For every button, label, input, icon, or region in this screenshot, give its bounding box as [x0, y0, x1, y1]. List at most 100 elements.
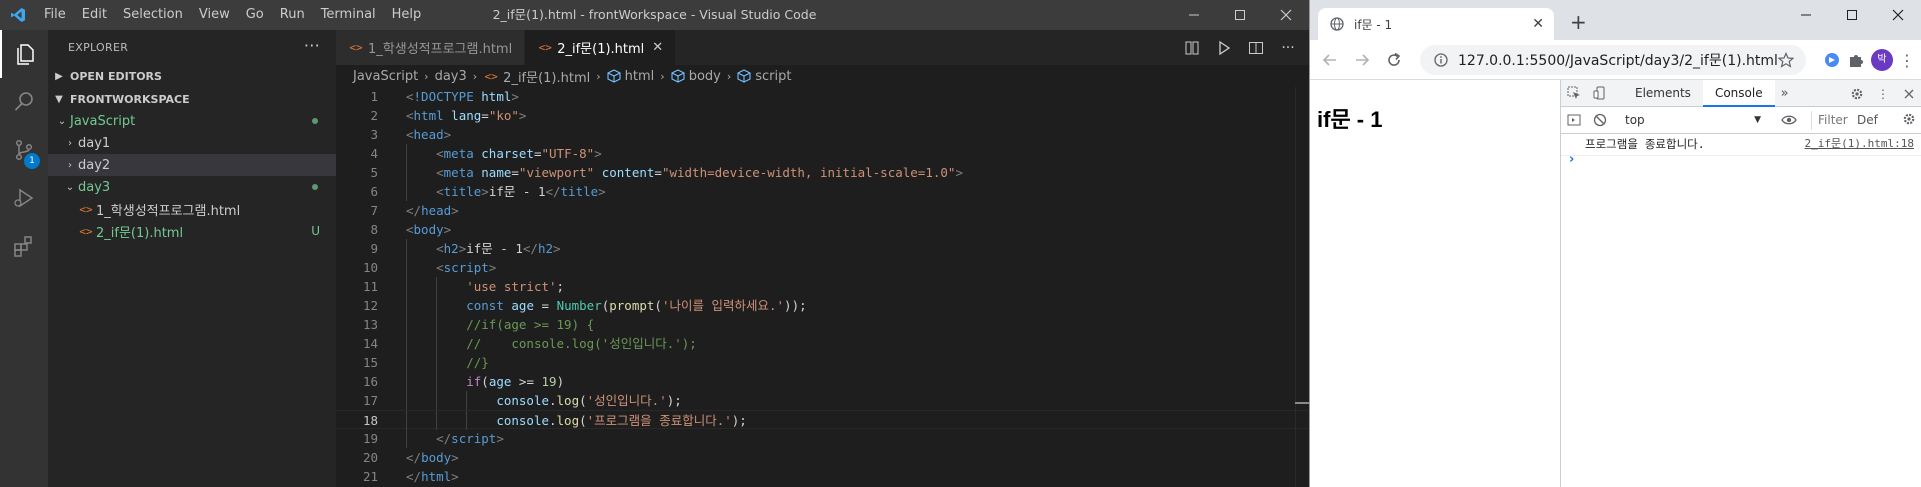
breadcrumb-file[interactable]: <> 2_if문(1).html — [483, 67, 591, 86]
folder-label: day1 — [78, 135, 111, 151]
back-button[interactable] — [1314, 44, 1346, 76]
folder-javascript[interactable]: ⌄ JavaScript — [48, 110, 336, 132]
explorer-activity[interactable] — [0, 30, 48, 78]
console-toolbar: top ▼ Filter Def — [1561, 107, 1921, 134]
extensions-activity[interactable] — [0, 222, 48, 270]
tab-console[interactable]: Console — [1702, 79, 1775, 107]
address-bar[interactable]: 127.0.0.1:5500/JavaScript/day3/2_if문(1).… — [1420, 45, 1806, 75]
context-selector[interactable]: top ▼ — [1619, 110, 1767, 130]
file-if-statement[interactable]: <> 2_if문(1).html U — [48, 220, 336, 242]
breadcrumb-label: 2_if문(1).html — [503, 70, 591, 86]
breadcrumb-symbol[interactable]: body — [671, 69, 721, 84]
breadcrumb-symbol[interactable]: script — [737, 69, 792, 84]
context-value: top — [1625, 113, 1645, 127]
menu-go[interactable]: Go — [238, 0, 272, 30]
html-file-icon: <> — [538, 41, 552, 54]
extension-icon[interactable] — [1823, 51, 1841, 69]
show-sidebar-button[interactable] — [1561, 107, 1587, 134]
menu-terminal[interactable]: Terminal — [313, 0, 384, 30]
search-activity[interactable] — [0, 78, 48, 126]
console-prompt[interactable]: › — [1569, 152, 1574, 167]
close-tab-icon[interactable]: ✕ — [652, 40, 663, 55]
chrome-window-controls — [1783, 0, 1921, 30]
line-number: 2 — [370, 108, 378, 123]
more-actions-button[interactable]: ··· — [1275, 35, 1301, 61]
compare-changes-button[interactable] — [1179, 35, 1205, 61]
line-number: 21 — [362, 469, 378, 484]
live-expression-button[interactable] — [1781, 113, 1797, 130]
log-source-link[interactable]: 2_if문(1).html:18 — [1805, 134, 1914, 154]
folder-label: JavaScript — [70, 113, 136, 129]
menu-selection[interactable]: Selection — [115, 0, 191, 30]
run-button[interactable] — [1211, 35, 1237, 61]
menu-edit[interactable]: Edit — [74, 0, 115, 30]
breadcrumb-symbol[interactable]: html — [607, 69, 654, 84]
minimize-button[interactable] — [1783, 0, 1829, 30]
folder-day2[interactable]: › day2 — [48, 154, 336, 176]
console-filter-input[interactable]: Filter — [1811, 111, 1851, 130]
scrollbar-track[interactable] — [1295, 87, 1309, 487]
close-tab-icon[interactable]: ✕ — [1532, 16, 1544, 32]
line-number: 18 — [362, 413, 378, 428]
puzzle-icon[interactable] — [1847, 51, 1865, 69]
globe-icon — [1330, 17, 1344, 31]
close-window-button[interactable] — [1263, 0, 1309, 30]
cube-icon — [737, 69, 751, 83]
more-tabs-icon[interactable]: » — [1775, 86, 1795, 101]
devtools-settings-button[interactable] — [1844, 80, 1870, 107]
arrow-left-icon — [1322, 53, 1336, 66]
menu-help[interactable]: Help — [384, 0, 430, 30]
code-text: if(age >= 19) — [466, 374, 565, 389]
code-line: 13 //if(age >= 19) { — [336, 315, 1309, 334]
maximize-button[interactable] — [1829, 0, 1875, 30]
maximize-button[interactable] — [1217, 0, 1263, 30]
log-levels-dropdown[interactable]: Def — [1857, 111, 1878, 130]
forward-button[interactable] — [1346, 44, 1378, 76]
new-tab-button[interactable]: + — [1570, 12, 1587, 32]
page-viewport: if문 - 1 — [1310, 80, 1559, 487]
source-control-activity[interactable]: 1 — [0, 126, 48, 174]
tab-if-statement[interactable]: <> 2_if문(1).html ✕ — [525, 30, 677, 65]
reload-button[interactable] — [1378, 44, 1410, 76]
scrollbar-cursor-marker — [1295, 402, 1309, 404]
clear-console-button[interactable] — [1587, 107, 1613, 134]
device-icon — [1593, 86, 1605, 100]
open-editors-section[interactable]: ▶ OPEN EDITORS — [48, 65, 336, 87]
workspace-section[interactable]: ▼ FRONTWORKSPACE — [48, 88, 336, 110]
code-text: <meta charset="UTF-8"> — [436, 146, 602, 161]
code-editor[interactable]: 1 <!DOCTYPE html> 2 <html lang="ko"> 3 <hea… — [336, 87, 1309, 487]
menu-icon[interactable]: ⋮ — [1899, 51, 1915, 70]
minimize-button[interactable] — [1171, 0, 1217, 30]
chevron-down-icon: ⌄ — [65, 181, 75, 193]
inspect-element-button[interactable] — [1561, 80, 1587, 107]
profile-avatar[interactable]: 박 — [1871, 49, 1893, 71]
console-settings-button[interactable] — [1902, 112, 1916, 129]
extensions-icon — [14, 236, 32, 257]
close-devtools-button[interactable] — [1896, 80, 1921, 107]
folder-day1[interactable]: › day1 — [48, 132, 336, 154]
run-debug-activity[interactable] — [0, 174, 48, 222]
star-icon[interactable] — [1778, 52, 1794, 68]
breadcrumb-item[interactable]: day3 — [435, 69, 467, 84]
breadcrumb-item[interactable]: JavaScript — [353, 69, 418, 84]
devtools-panel: Elements Console » ⋮ top ▼ Filter Def 프로… — [1560, 79, 1921, 487]
tab-elements[interactable]: Elements — [1623, 80, 1703, 107]
file-student-grades[interactable]: <> 1_학생성적프로그램.html — [48, 198, 336, 220]
split-editor-button[interactable] — [1243, 35, 1269, 61]
devtools-menu-button[interactable]: ⋮ — [1870, 80, 1896, 107]
more-actions-icon[interactable]: ··· — [304, 38, 320, 54]
code-text: const age = Number(prompt('나이를 입력하세요.'))… — [466, 298, 807, 313]
menu-view[interactable]: View — [191, 0, 238, 30]
code-line: 9 <h2>if문 - 1</h2> — [336, 239, 1309, 258]
close-window-button[interactable] — [1875, 0, 1921, 30]
folder-day3[interactable]: ⌄ day3 — [48, 176, 336, 198]
browser-tab[interactable]: if문 - 1 ✕ — [1318, 8, 1554, 40]
tab-student-grades[interactable]: <> 1_학생성적프로그램.html — [336, 30, 526, 65]
code-line: 15 //} — [336, 353, 1309, 372]
code-line: 8 <body> — [336, 220, 1309, 239]
devtools-actions: ⋮ — [1844, 80, 1921, 107]
page-heading: if문 - 1 — [1317, 107, 1383, 132]
menu-run[interactable]: Run — [272, 0, 313, 30]
menu-file[interactable]: File — [36, 0, 74, 30]
device-toolbar-button[interactable] — [1587, 80, 1613, 107]
